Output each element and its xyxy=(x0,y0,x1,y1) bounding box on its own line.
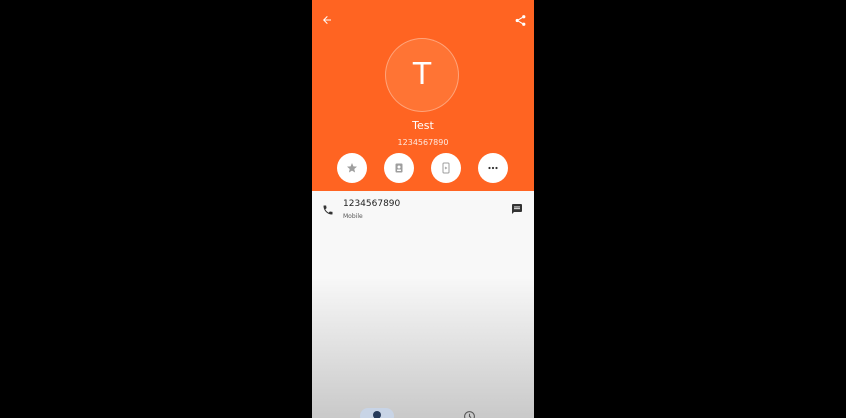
phone-screen: T Test 1234567890 1234567890 Mobile xyxy=(312,0,534,418)
contact-header: T Test 1234567890 xyxy=(312,0,534,191)
phone-entry-type: Mobile xyxy=(343,213,363,220)
contact-name: Test xyxy=(412,119,434,132)
phone-entry-number: 1234567890 xyxy=(343,199,401,209)
arrow-back-icon[interactable] xyxy=(321,14,333,26)
contact-avatar[interactable]: T xyxy=(385,38,459,112)
phone-icon[interactable] xyxy=(322,204,334,216)
contacts-tab-icon xyxy=(373,411,381,418)
phone-device-icon xyxy=(442,162,450,174)
contact-card-button[interactable] xyxy=(384,153,414,183)
more-horizontal-icon xyxy=(488,166,498,170)
contact-details: 1234567890 Mobile xyxy=(312,191,534,418)
share-icon[interactable] xyxy=(514,14,527,27)
contact-number: 1234567890 xyxy=(397,138,449,147)
device-button[interactable] xyxy=(431,153,461,183)
contact-card-icon xyxy=(395,163,403,173)
message-icon[interactable] xyxy=(511,203,523,215)
star-icon xyxy=(347,163,357,173)
recents-clock-icon[interactable] xyxy=(463,410,476,418)
more-button[interactable] xyxy=(478,153,508,183)
favorite-button[interactable] xyxy=(337,153,367,183)
